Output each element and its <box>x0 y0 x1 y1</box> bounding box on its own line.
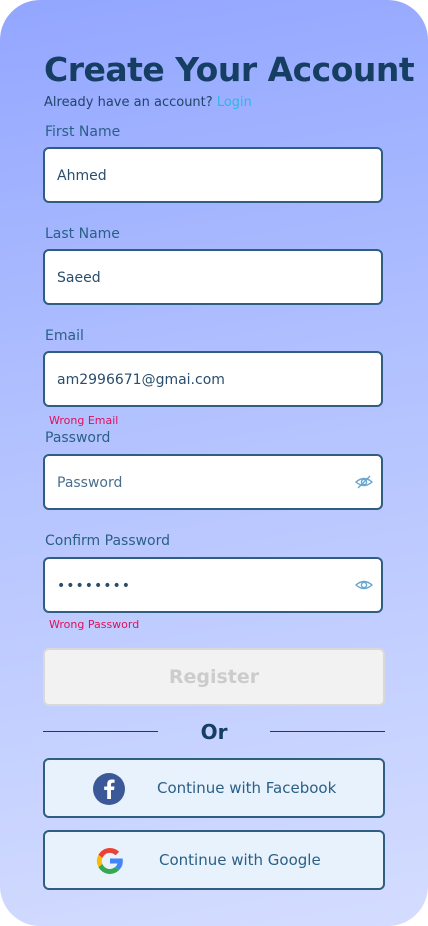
register-button[interactable]: Register <box>43 648 385 706</box>
login-prompt-text: Already have an account? <box>44 95 213 110</box>
email-label: Email <box>45 328 84 344</box>
email-value: am2996671@gmai.com <box>57 372 225 388</box>
facebook-login-label: Continue with Facebook <box>157 779 337 797</box>
divider-right <box>270 731 385 732</box>
eye-icon[interactable] <box>355 577 373 593</box>
google-login-button[interactable]: Continue with Google <box>43 830 385 890</box>
password-field[interactable]: Password <box>43 454 383 510</box>
first-name-value: Ahmed <box>57 168 107 184</box>
last-name-field[interactable]: Saeed <box>43 249 383 305</box>
confirm-password-value: •••••••• <box>57 578 132 594</box>
email-error: Wrong Email <box>49 414 119 427</box>
first-name-label: First Name <box>45 124 121 140</box>
or-divider-label: Or <box>200 720 228 744</box>
confirm-password-error: Wrong Password <box>49 618 140 631</box>
confirm-password-field[interactable]: •••••••• <box>43 557 383 613</box>
page-title: Create Your Account <box>44 50 415 89</box>
confirm-password-label: Confirm Password <box>45 533 171 549</box>
email-field[interactable]: am2996671@gmai.com <box>43 351 383 407</box>
facebook-icon <box>93 773 125 805</box>
last-name-label: Last Name <box>45 226 120 242</box>
first-name-field[interactable]: Ahmed <box>43 147 383 203</box>
google-login-label: Continue with Google <box>159 851 321 869</box>
password-placeholder: Password <box>57 475 123 491</box>
last-name-value: Saeed <box>57 270 101 286</box>
register-screen: Create Your Account Already have an acco… <box>0 0 428 926</box>
google-icon <box>96 847 123 874</box>
login-link[interactable]: Login <box>217 95 252 110</box>
facebook-login-button[interactable]: Continue with Facebook <box>43 758 385 818</box>
eye-slash-icon[interactable] <box>355 474 373 490</box>
login-prompt: Already have an account? Login <box>44 95 252 110</box>
password-label: Password <box>45 430 111 446</box>
